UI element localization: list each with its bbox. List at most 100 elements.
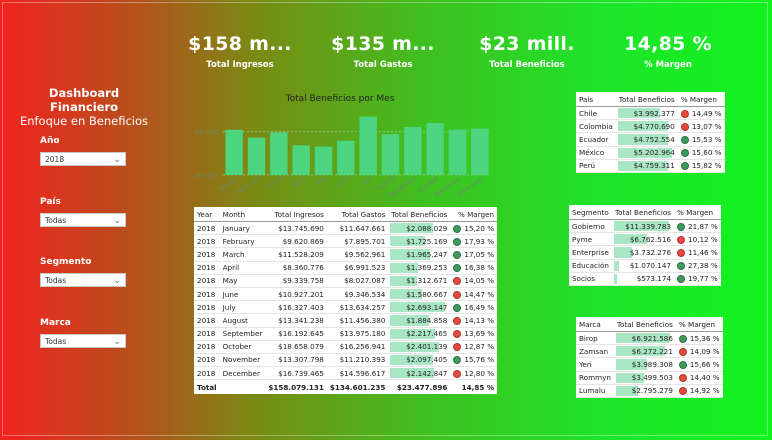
col-margen-header[interactable]: % Margen [674,205,721,220]
bar-july [359,116,377,175]
month-cell: September [219,327,266,341]
col-total-beneficios-header[interactable]: Total Beneficios [611,205,675,220]
table-row[interactable]: Pyme $6.762.516 10,12 % [569,232,721,247]
beneficios-cell: $4.759.311 [615,159,678,173]
kpi-label: Total Gastos [353,60,413,70]
col-total-ingresos-header[interactable]: Total Ingresos [265,207,327,222]
table-row[interactable]: Yeri $3.989.308 15,66 % [576,357,723,372]
table-row: 2018 December $16.739.465 $14.596.617 $2.142… [194,366,498,381]
dashboard-title-text: Dashboard Financiero [48,86,120,114]
cell-value: $2.142.847 [406,368,448,378]
margin-cell: 19,77 % [674,272,721,286]
status-green-icon [453,237,462,246]
col-month-header[interactable]: Month [219,207,266,222]
table-row[interactable]: México $5.202.964 15,60 % [576,146,725,160]
margin-cell: 21,87 % [674,219,721,234]
year-dropdown[interactable]: 2018 ⌄ [40,152,126,166]
table-row[interactable]: Educación $1.070.147 27,38 % [569,259,721,273]
table-row[interactable]: Lumalu $2.795.279 14,92 % [576,384,723,398]
profit-by-month-chart[interactable]: Total Beneficios por Mes $2 mill. $0 mill… [185,92,495,200]
status-green-icon [677,222,686,231]
chart-svg: $2 mill.$0 mill.JanuaryFebruary March Apri… [195,116,491,200]
slicer-label: Marca [40,318,71,328]
cell-value: 14,92 % [689,386,720,396]
dropdown-value: Todas [45,276,67,285]
country-dropdown[interactable]: Todas ⌄ [40,213,126,227]
month-cell: December [219,366,266,381]
col-total-beneficios-header[interactable]: Total Beneficios [388,207,451,222]
beneficios-cell: $2.142.847 [388,366,451,381]
kpi-label: % Margen [644,60,692,70]
x-tick-label: March [265,175,284,191]
table-row[interactable]: Birop $6.921.586 15,36 % [576,331,723,346]
beneficios-cell: $1.965.247 [388,247,451,262]
cell-value: 15,82 % [691,161,722,171]
total-cell [219,379,266,395]
cell-value: $1.580.667 [406,289,448,299]
table-row[interactable]: Enterprise $3.732.276 11,46 % [569,245,721,260]
col-margen-header[interactable]: % Margen [677,92,725,107]
status-green-icon [453,250,462,259]
beneficios-cell: $1.369.253 [388,261,451,275]
year-cell: 2018 [194,340,220,354]
table-row[interactable]: Colombia $4.770.690 13,07 % [576,119,725,134]
margin-cell: 15,82 % [677,159,725,173]
cell-value: $2.088.029 [406,223,448,233]
month-cell: March [219,247,266,262]
bar-december [471,128,489,175]
beneficios-cell: $4.770.690 [615,119,678,134]
kpi-total-ingresos[interactable]: $158 m... Total Ingresos [170,32,310,70]
data-bar [613,273,617,284]
cell-value: 17,93 % [464,236,495,246]
table-row[interactable]: Rommyn $3.499.503 14,40 % [576,371,723,385]
country-cell: Ecuador [576,132,616,147]
segment-cell: Educación [569,259,612,273]
x-tick-label: June [335,175,351,189]
kpi-total-beneficios[interactable]: $23 mill. Total Beneficios [457,32,597,70]
col-total-beneficios-header[interactable]: Total Beneficios [615,92,678,107]
table-row[interactable]: Gobierno $11.339.783 21,87 % [569,219,721,234]
col-country-header[interactable]: País [576,92,616,107]
cell-value: 19,77 % [688,274,718,284]
status-green-icon [453,303,462,312]
cell-value: $1.725.169 [406,236,448,246]
status-green-icon [453,356,462,365]
cell-value: $1.965.247 [406,249,448,259]
margin-cell: 15,53 % [677,132,725,147]
col-brand-header[interactable]: Marca [576,317,614,332]
cell-value: 21,87 % [688,221,718,231]
col-margen-header[interactable]: % Margen [450,207,498,222]
kpi-total-gastos[interactable]: $135 m... Total Gastos [313,32,453,70]
beneficios-cell: $2.401.139 [388,340,451,354]
status-green-icon [677,262,686,271]
segment-dropdown[interactable]: Todas ⌄ [40,273,126,287]
brand-cell: Birop [576,331,614,346]
table-row[interactable]: Perú $4.759.311 15,82 % [576,159,725,173]
table-row: 2018 January $13.745.690 $11.647.661 $2.088.… [194,221,498,236]
brand-dropdown[interactable]: Todas ⌄ [40,334,126,348]
beneficios-cell: $4.752.554 [615,132,678,147]
beneficios-cell: $2.097.405 [388,353,451,368]
gastos-cell: $14.596.617 [326,366,389,381]
table-row[interactable]: Zamsan $6.272.221 14,09 % [576,344,723,359]
col-year-header[interactable]: Year [194,207,220,222]
status-red-icon [678,347,687,356]
table-row[interactable]: Socios $573.174 19,77 % [569,272,721,286]
year-cell: 2018 [194,261,220,275]
cell-value: 14,49 % [691,108,722,118]
gastos-cell: $16.256.941 [326,340,389,354]
table-row: 2018 February $9.620.869 $7.895.701 $1.725.1… [194,234,498,249]
col-total-gastos-header[interactable]: Total Gastos [326,207,389,222]
col-segment-header[interactable]: Segmento [569,205,612,220]
table-row[interactable]: Chile $3.992.377 14,49 % [576,106,725,121]
bar-november [448,129,467,175]
col-margen-header[interactable]: % Margen [675,317,723,332]
margin-cell: 14,49 % [677,106,725,121]
table-row[interactable]: Ecuador $4.752.554 15,53 % [576,132,725,147]
beneficios-cell: $3.499.503 [613,371,676,385]
ingresos-cell: $11.528.209 [265,247,327,262]
cell-value: $11.339.783 [625,221,672,231]
kpi-margen[interactable]: 14,85 % % Margen [598,32,738,70]
col-total-beneficios-header[interactable]: Total Beneficios [613,317,676,332]
ingresos-cell: $16.192.645 [265,327,327,341]
